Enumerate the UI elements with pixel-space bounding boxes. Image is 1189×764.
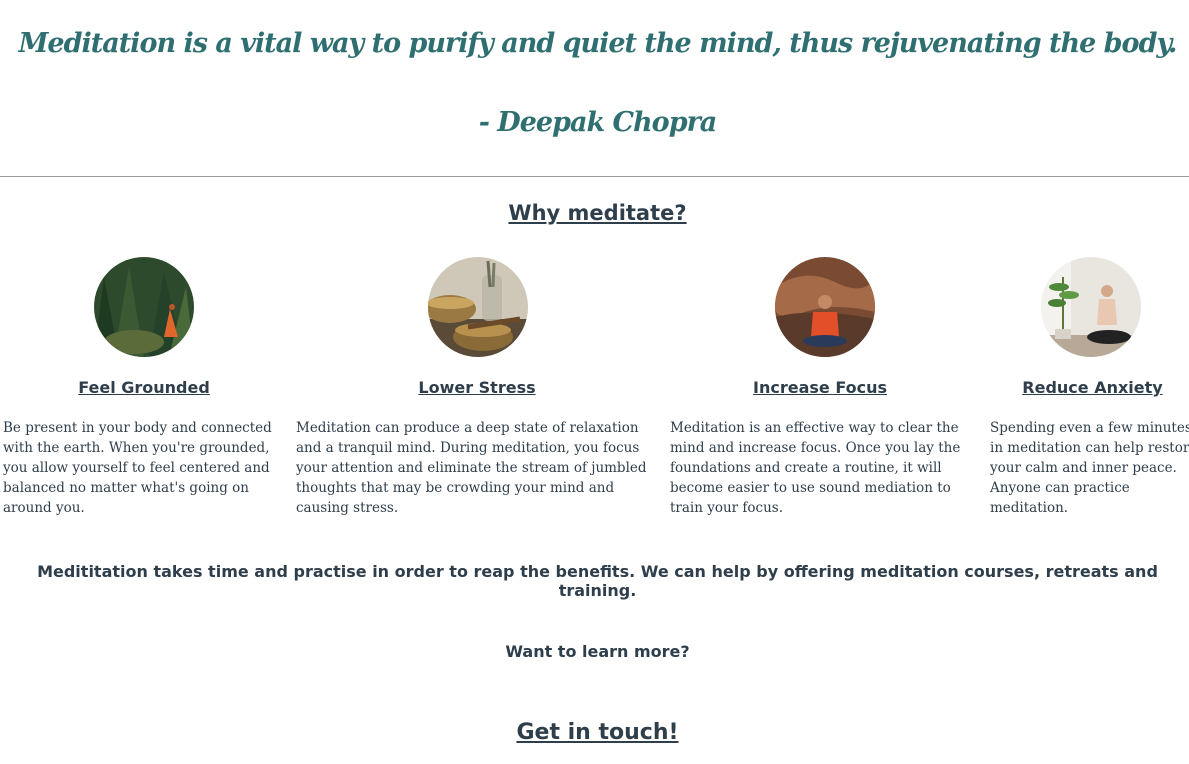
benefit-text: Meditation is an effective way to clear … (670, 420, 961, 516)
benefit-title: Increase Focus (753, 378, 887, 397)
benefit-feel-grounded: Feel Grounded Be present in your body an… (3, 257, 285, 518)
get-in-touch-link[interactable]: Get in touch! (0, 720, 1189, 745)
benefit-text-line: Spending even a few minutes (990, 420, 1189, 436)
benefit-increase-focus: Increase Focus Meditation is an effectiv… (670, 257, 970, 518)
benefits-note: Medititation takes time and practise in … (37, 562, 1158, 600)
learn-more-text: Want to learn more? (505, 642, 690, 661)
benefit-title: Lower Stress (418, 378, 536, 397)
quote-author: - Deepak Chopra (478, 107, 718, 138)
benefit-reduce-anxiety: Reduce Anxiety Spending even a few minut… (990, 257, 1189, 518)
man-meditating-image (775, 257, 875, 357)
benefit-text: Be present in your body and connected wi… (3, 420, 272, 516)
benefit-text-line: meditation. (990, 500, 1069, 516)
woman-meditating-image (1041, 257, 1141, 357)
benefit-title: Reduce Anxiety (1022, 378, 1163, 397)
why-meditate-heading: Why meditate? (508, 201, 687, 225)
benefit-text-line: your calm and inner peace. (990, 460, 1177, 476)
quote-text: Meditation is a vital way to purify and … (18, 28, 1178, 59)
section-divider (0, 176, 1189, 177)
benefit-text-line: in meditation can help restore (990, 440, 1189, 456)
benefit-text: Meditation can produce a deep state of r… (296, 420, 647, 516)
forest-meditation-image (94, 257, 194, 357)
benefit-text: Spending even a few minutes in meditatio… (990, 418, 1189, 518)
benefit-title: Feel Grounded (78, 378, 210, 397)
benefit-lower-stress: Lower Stress Meditation can produce a de… (296, 257, 658, 518)
benefit-text-line: Anyone can practice (990, 480, 1130, 496)
singing-bowls-image (428, 257, 528, 357)
